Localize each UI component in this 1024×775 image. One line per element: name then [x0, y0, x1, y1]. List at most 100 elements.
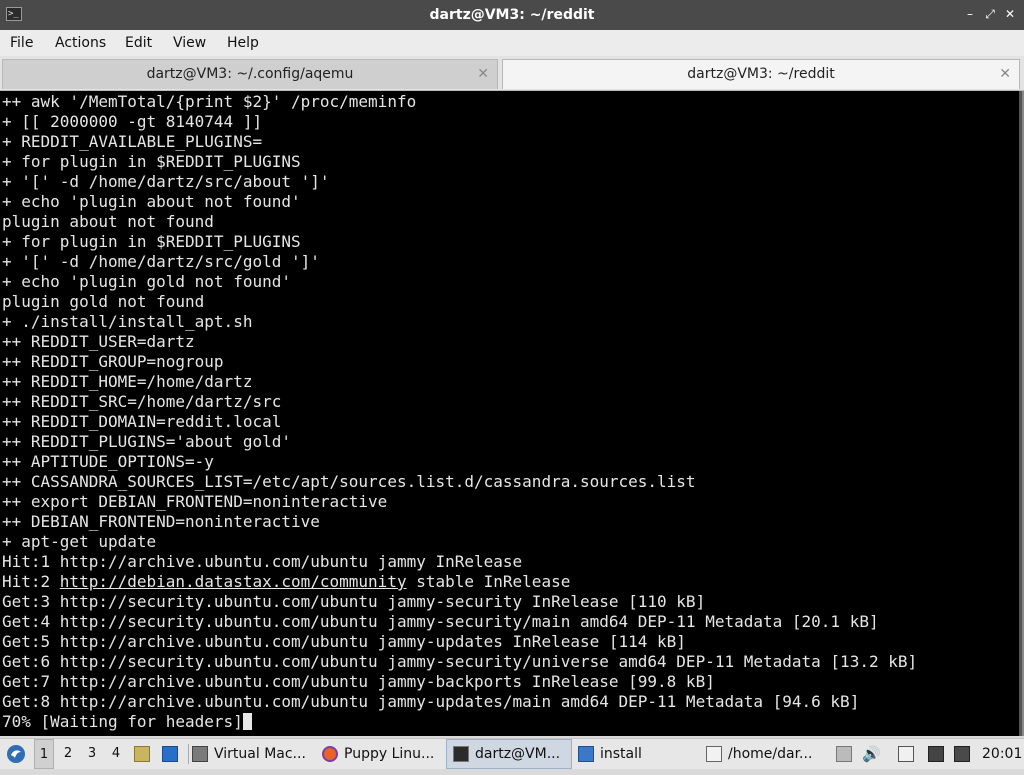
terminal-line: Hit:1 http://archive.ubuntu.com/ubuntu j… — [2, 552, 917, 572]
terminal-line-text: ++ REDDIT_USER=dartz — [2, 332, 195, 351]
terminal-scrollbar[interactable] — [1019, 91, 1022, 736]
terminal-output[interactable]: ++ awk '/MemTotal/{print $2}' /proc/memi… — [0, 91, 1024, 736]
terminal-line: + ./install/install_apt.sh — [2, 312, 917, 332]
task-label: Virtual Mac... — [214, 746, 306, 762]
clock[interactable]: 20:01 — [982, 739, 1022, 769]
terminal-line-text: ++ REDDIT_DOMAIN=reddit.local — [2, 412, 282, 431]
terminal-link[interactable]: http://debian.datastax.com/community — [60, 572, 407, 591]
menu-actions[interactable]: Actions — [55, 30, 106, 56]
text-editor-icon — [706, 746, 722, 762]
terminal-line-text: + '[' -d /home/dartz/src/about ']' — [2, 172, 330, 191]
terminal-line-text: 70% [Waiting for headers] — [2, 712, 243, 731]
terminal-line: Get:7 http://archive.ubuntu.com/ubuntu j… — [2, 672, 917, 692]
start-menu-button[interactable] — [6, 739, 28, 769]
volume-control[interactable]: 🔊 — [862, 739, 882, 769]
terminal-line: + for plugin in $REDDIT_PLUGINS — [2, 232, 917, 252]
terminal-cursor — [242, 713, 252, 730]
tab-reddit[interactable]: dartz@VM3: ~/reddit ✕ — [502, 59, 1020, 89]
window-titlebar[interactable]: >_ dartz@VM3: ~/reddit – ⤢ ✕ — [0, 0, 1024, 30]
virtualbox-icon — [192, 746, 208, 762]
tray-network[interactable] — [954, 739, 972, 769]
terminal-line: + for plugin in $REDDIT_PLUGINS — [2, 152, 917, 172]
terminal-line-text: ++ REDDIT_GROUP=nogroup — [2, 352, 224, 371]
terminal-line: ++ REDDIT_SRC=/home/dartz/src — [2, 392, 917, 412]
task-label: /home/dar... — [728, 746, 813, 762]
terminal-line-text: + ./install/install_apt.sh — [2, 312, 253, 331]
terminal-line-text: Get:4 http://security.ubuntu.com/ubuntu … — [2, 612, 879, 631]
terminal-line: Get:4 http://security.ubuntu.com/ubuntu … — [2, 612, 917, 632]
task-terminal[interactable]: dartz@VM... — [446, 739, 572, 769]
task-label: install — [600, 746, 642, 762]
tray-updates[interactable] — [836, 739, 852, 769]
terminal-line-text: + [[ 2000000 -gt 8140744 ]] — [2, 112, 263, 131]
terminal-line: + '[' -d /home/dartz/src/gold ']' — [2, 252, 917, 272]
tab-label: dartz@VM3: ~/.config/aqemu — [146, 66, 354, 82]
menu-bar: File Actions Edit View Help — [0, 30, 1024, 56]
terminal-line: ++ REDDIT_PLUGINS='about gold' — [2, 432, 917, 452]
terminal-line-text: ++ awk '/MemTotal/{print $2}' /proc/memi… — [2, 92, 417, 111]
tab-aqemu[interactable]: dartz@VM3: ~/.config/aqemu ✕ — [2, 59, 498, 89]
task-install-folder[interactable]: install — [578, 739, 698, 769]
terminal-line: plugin about not found — [2, 212, 917, 232]
menu-help[interactable]: Help — [227, 30, 259, 56]
terminal-line: plugin gold not found — [2, 292, 917, 312]
tray-clipboard[interactable] — [898, 739, 916, 769]
terminal-line-text: ++ DEBIAN_FRONTEND=noninteractive — [2, 512, 320, 531]
terminal-line-text: plugin about not found — [2, 212, 214, 231]
terminal-line: ++ APTITUDE_OPTIONS=-y — [2, 452, 917, 472]
minimize-button[interactable]: – — [962, 6, 978, 22]
terminal-line: Get:8 http://archive.ubuntu.com/ubuntu j… — [2, 692, 917, 712]
firefox-icon — [322, 746, 338, 762]
file-manager-launcher[interactable] — [134, 739, 154, 769]
terminal-line-text: stable InRelease — [406, 572, 571, 591]
terminal-line-text: ++ REDDIT_PLUGINS='about gold' — [2, 432, 291, 451]
menu-view[interactable]: View — [173, 30, 206, 56]
terminal-line-text: Get:7 http://archive.ubuntu.com/ubuntu j… — [2, 672, 715, 691]
folder-icon — [578, 746, 594, 762]
tab-label: dartz@VM3: ~/reddit — [687, 66, 835, 82]
terminal-line: ++ REDDIT_GROUP=nogroup — [2, 352, 917, 372]
terminal-line-text: Hit:1 http://archive.ubuntu.com/ubuntu j… — [2, 552, 523, 571]
terminal-line: 70% [Waiting for headers] — [2, 712, 917, 732]
task-firefox[interactable]: Puppy Linu... — [322, 739, 442, 769]
terminal-line-text: plugin gold not found — [2, 292, 205, 311]
tray-display[interactable] — [928, 739, 946, 769]
workspace-4[interactable]: 4 — [106, 739, 126, 769]
terminal-line: + apt-get update — [2, 532, 917, 552]
window-title: dartz@VM3: ~/reddit — [429, 7, 595, 23]
tab-close-icon[interactable]: ✕ — [999, 60, 1011, 88]
terminal-line-text: + for plugin in $REDDIT_PLUGINS — [2, 152, 301, 171]
restore-button[interactable]: ⤢ — [982, 6, 998, 22]
show-desktop-button[interactable] — [162, 739, 184, 769]
terminal-line: + REDDIT_AVAILABLE_PLUGINS= — [2, 132, 917, 152]
menu-edit[interactable]: Edit — [125, 30, 152, 56]
workspace-2[interactable]: 2 — [58, 739, 78, 769]
terminal-line: ++ DEBIAN_FRONTEND=noninteractive — [2, 512, 917, 532]
terminal-line-text: Get:8 http://archive.ubuntu.com/ubuntu j… — [2, 692, 860, 711]
close-button[interactable]: ✕ — [1002, 6, 1018, 22]
display-icon — [928, 746, 944, 762]
update-icon — [836, 746, 852, 762]
tab-close-icon[interactable]: ✕ — [477, 60, 489, 88]
task-virtual-machine[interactable]: Virtual Mac... — [192, 739, 316, 769]
terminal-line-text: Get:6 http://security.ubuntu.com/ubuntu … — [2, 652, 918, 671]
terminal-line: + [[ 2000000 -gt 8140744 ]] — [2, 112, 917, 132]
terminal-line-text: ++ APTITUDE_OPTIONS=-y — [2, 452, 214, 471]
terminal-line: ++ awk '/MemTotal/{print $2}' /proc/memi… — [2, 92, 917, 112]
terminal-line: ++ REDDIT_USER=dartz — [2, 332, 917, 352]
terminal-line-text: ++ CASSANDRA_SOURCES_LIST=/etc/apt/sourc… — [2, 472, 696, 491]
menu-file[interactable]: File — [10, 30, 33, 56]
start-menu-icon — [7, 745, 25, 763]
volume-icon: 🔊 — [862, 745, 881, 763]
file-manager-icon — [134, 746, 150, 762]
task-text-editor[interactable]: /home/dar... — [706, 739, 830, 769]
terminal-line-text: + REDDIT_AVAILABLE_PLUGINS= — [2, 132, 263, 151]
taskbar: 1 2 3 4 Virtual Mac... Puppy Linu... dar… — [0, 738, 1024, 769]
workspace-3[interactable]: 3 — [82, 739, 102, 769]
terminal-line: Get:3 http://security.ubuntu.com/ubuntu … — [2, 592, 917, 612]
terminal-line: ++ CASSANDRA_SOURCES_LIST=/etc/apt/sourc… — [2, 472, 917, 492]
terminal-line-text: + echo 'plugin gold not found' — [2, 272, 291, 291]
workspace-1[interactable]: 1 — [34, 739, 54, 769]
task-label: dartz@VM... — [475, 746, 561, 762]
terminal-line: ++ REDDIT_HOME=/home/dartz — [2, 372, 917, 392]
